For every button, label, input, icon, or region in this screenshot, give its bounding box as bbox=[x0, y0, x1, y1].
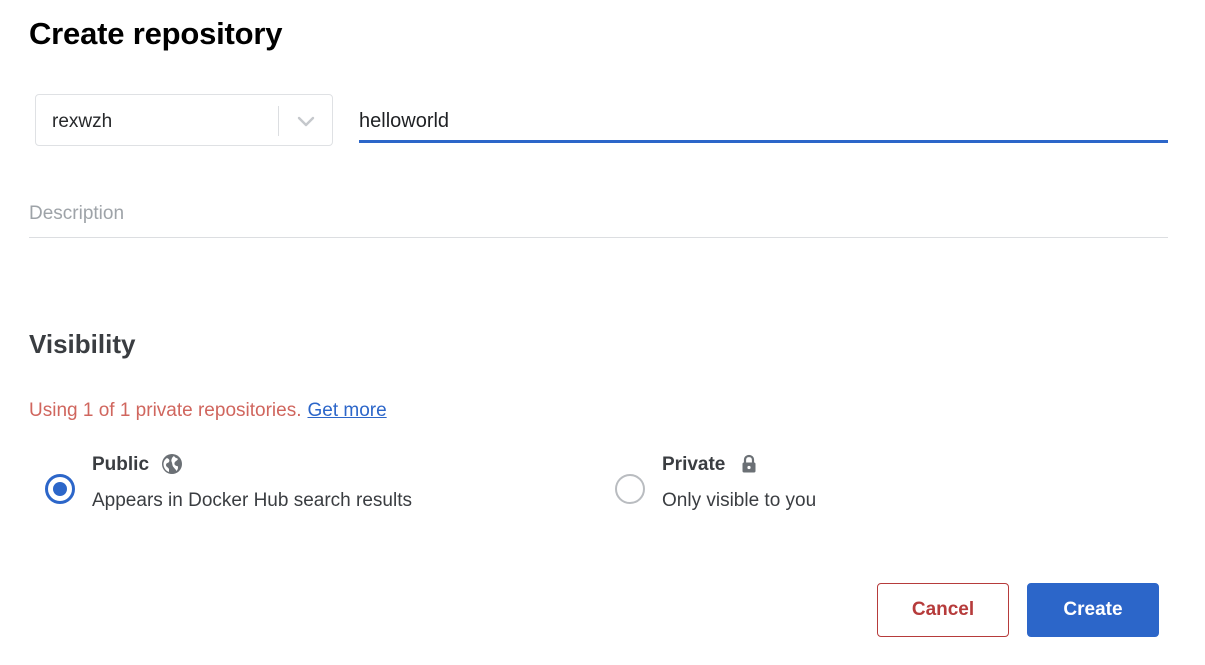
namespace-select[interactable]: rexwzh bbox=[35, 94, 333, 146]
description-placeholder: Description bbox=[29, 203, 125, 224]
get-more-link[interactable]: Get more bbox=[307, 400, 386, 421]
globe-icon bbox=[162, 454, 182, 474]
cancel-button[interactable]: Cancel bbox=[877, 583, 1009, 637]
visibility-option-public[interactable]: Public Appears in Docker Hub search resu… bbox=[44, 452, 464, 516]
public-radio[interactable] bbox=[45, 474, 75, 504]
public-label: Public bbox=[92, 454, 150, 475]
select-divider bbox=[278, 106, 279, 136]
public-description: Appears in Docker Hub search results bbox=[92, 490, 412, 511]
lock-icon bbox=[742, 454, 756, 473]
usage-text: Using 1 of 1 private repositories. bbox=[29, 400, 302, 421]
visibility-heading: Visibility bbox=[29, 329, 136, 359]
namespace-value: rexwzh bbox=[52, 111, 113, 132]
create-repository-page: Create repository rexwzh helloworld Desc… bbox=[0, 0, 1205, 665]
repository-name-input[interactable]: helloworld bbox=[359, 103, 1168, 143]
private-radio[interactable] bbox=[615, 474, 645, 504]
create-button[interactable]: Create bbox=[1027, 583, 1159, 637]
page-title: Create repository bbox=[29, 16, 283, 51]
visibility-option-private[interactable]: Private Only visible to you bbox=[614, 452, 874, 516]
private-label: Private bbox=[662, 454, 726, 475]
description-input[interactable]: Description bbox=[29, 197, 1168, 238]
private-description: Only visible to you bbox=[662, 490, 817, 511]
repository-name-value: helloworld bbox=[359, 110, 450, 132]
chevron-down-icon[interactable] bbox=[294, 109, 318, 133]
private-repo-usage: Using 1 of 1 private repositories. Get mo… bbox=[29, 400, 387, 422]
